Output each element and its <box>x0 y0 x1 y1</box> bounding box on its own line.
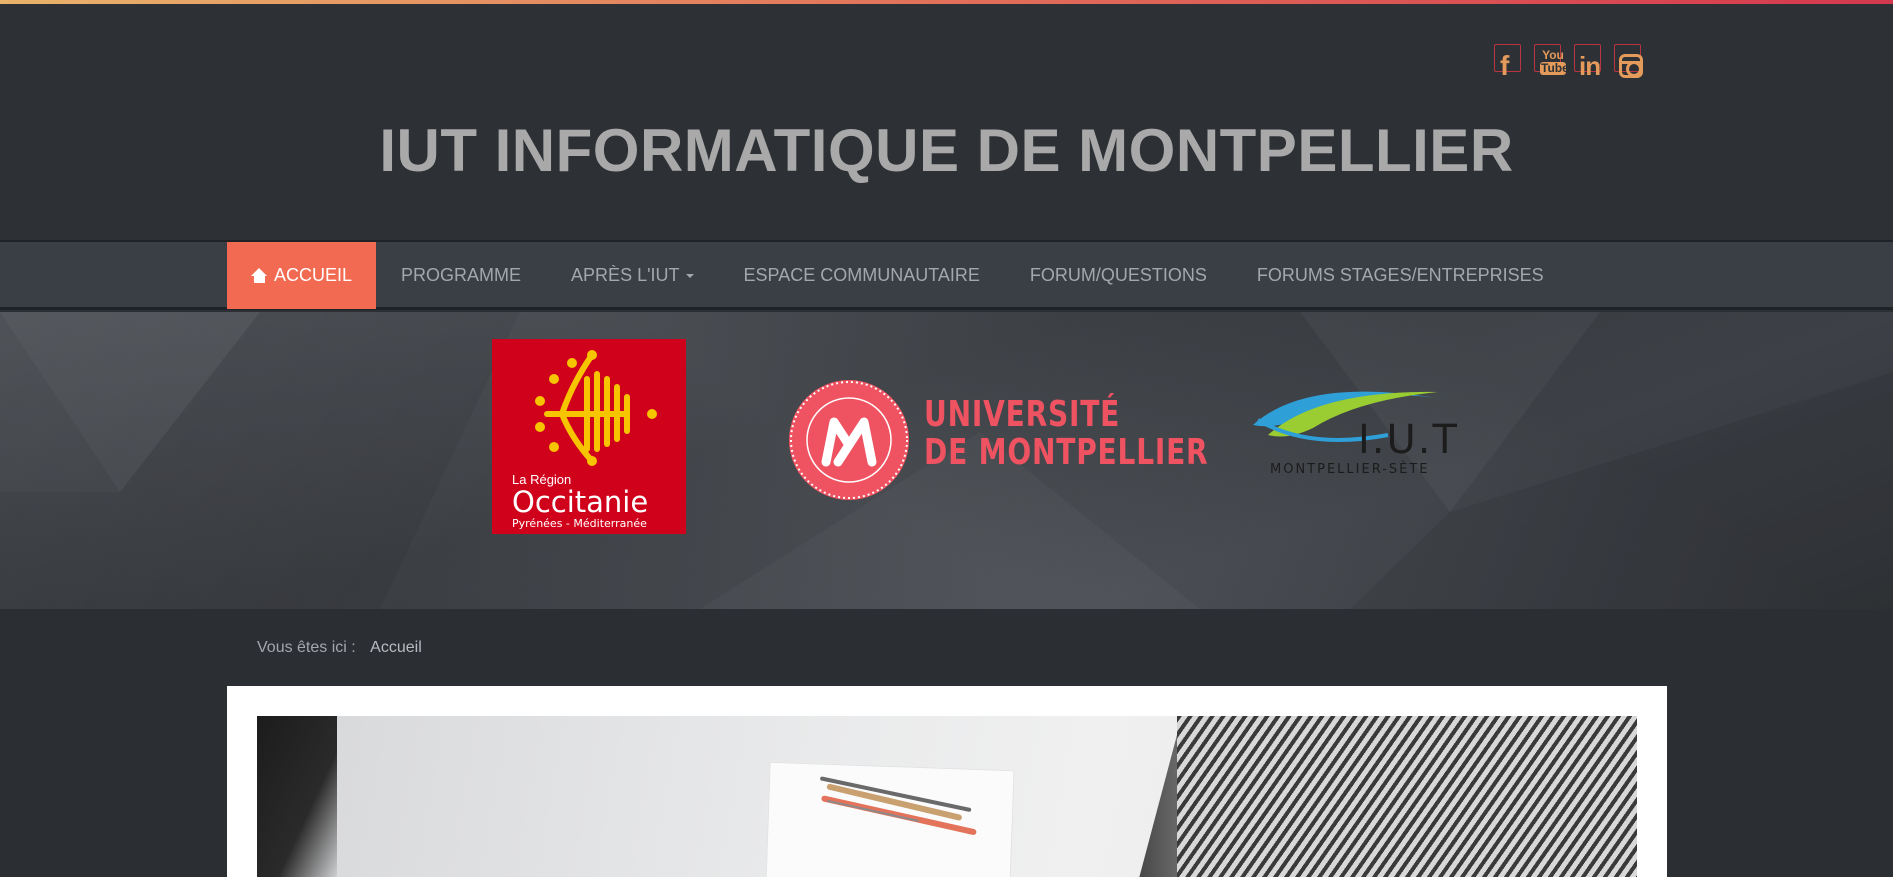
university-seal-icon <box>789 380 909 500</box>
iut-subtitle: MONTPELLIER-SÈTE <box>1270 462 1430 477</box>
nav-item-label: APRÈS L'IUT <box>571 265 680 285</box>
breadcrumb-current[interactable]: Accueil <box>370 639 422 656</box>
universite-line1: UNIVERSITÉ <box>924 394 1121 435</box>
facebook-icon: f <box>1500 50 1510 81</box>
nav-item-espace-communautaire[interactable]: ESPACE COMMUNAUTAIRE <box>719 242 1005 309</box>
photo-striped-shirt <box>1177 716 1637 877</box>
nav-item-label: FORUM/QUESTIONS <box>1029 265 1207 285</box>
nav-item-programme[interactable]: PROGRAMME <box>376 242 546 309</box>
breadcrumb: Vous êtes ici : Accueil <box>257 639 422 657</box>
site-header: f You Tube in IUT INFORMATIQUE DE MONTPE… <box>0 4 1893 240</box>
photo-dark-corner <box>257 716 337 877</box>
nav-item-accueil[interactable]: ACCUEIL <box>227 242 377 309</box>
nav-item-label: ESPACE COMMUNAUTAIRE <box>743 265 980 285</box>
photo-paper-sheet <box>764 761 1015 877</box>
breadcrumb-prefix: Vous êtes ici : <box>257 639 356 656</box>
iut-letters: I.U.T <box>1358 417 1459 463</box>
caret-down-icon <box>685 273 694 278</box>
nav-item-label: FORUMS STAGES/ENTREPRISES <box>1256 265 1544 285</box>
youtube-icon-top: You <box>1542 48 1564 62</box>
main-content-area: Vous êtes ici : Accueil <box>0 609 1893 877</box>
youtube-icon: You Tube <box>1540 48 1569 75</box>
occitanie-logo[interactable]: La Région Occitanie Pyrénées - Méditerra… <box>492 339 686 534</box>
social-links: f You Tube in <box>1494 44 1644 81</box>
main-nav: ACCUEIL PROGRAMME APRÈS L'IUT ESPACE COM… <box>0 240 1893 310</box>
pens-image <box>820 776 977 835</box>
nav-item-apres-iut[interactable]: APRÈS L'IUT <box>546 242 718 309</box>
occitanie-cross-icon <box>535 350 657 466</box>
content-card <box>227 686 1667 877</box>
instagram-link[interactable] <box>1614 44 1644 78</box>
hero-photo <box>257 716 1637 877</box>
nav-item-label: PROGRAMME <box>401 265 522 285</box>
youtube-icon-bottom: Tube <box>1540 61 1569 75</box>
nav-item-forums-stages[interactable]: FORUMS STAGES/ENTREPRISES <box>1232 242 1569 309</box>
linkedin-icon: in <box>1579 51 1601 81</box>
linkedin-link[interactable]: in <box>1574 44 1604 81</box>
nav-item-label: ACCUEIL <box>274 265 353 285</box>
universite-montpellier-logo[interactable]: UNIVERSITÉ DE MONTPELLIER <box>786 377 1208 503</box>
universite-line2: DE MONTPELLIER <box>924 432 1209 473</box>
site-title[interactable]: IUT INFORMATIQUE DE MONTPELLIER <box>0 116 1893 185</box>
facebook-link[interactable]: f <box>1494 44 1524 80</box>
partner-logos-banner: La Région Occitanie Pyrénées - Méditerra… <box>0 312 1893 609</box>
home-icon <box>251 268 268 283</box>
nav-item-forum-questions[interactable]: FORUM/QUESTIONS <box>1005 242 1232 309</box>
youtube-link[interactable]: You Tube <box>1534 44 1569 76</box>
occitanie-subtitle: Pyrénées - Méditerranée <box>512 517 647 530</box>
iut-montpellier-sete-logo[interactable]: I.U.T MONTPELLIER-SÈTE <box>1248 380 1468 480</box>
occitanie-name: Occitanie <box>512 485 649 519</box>
instagram-icon <box>1619 54 1643 78</box>
